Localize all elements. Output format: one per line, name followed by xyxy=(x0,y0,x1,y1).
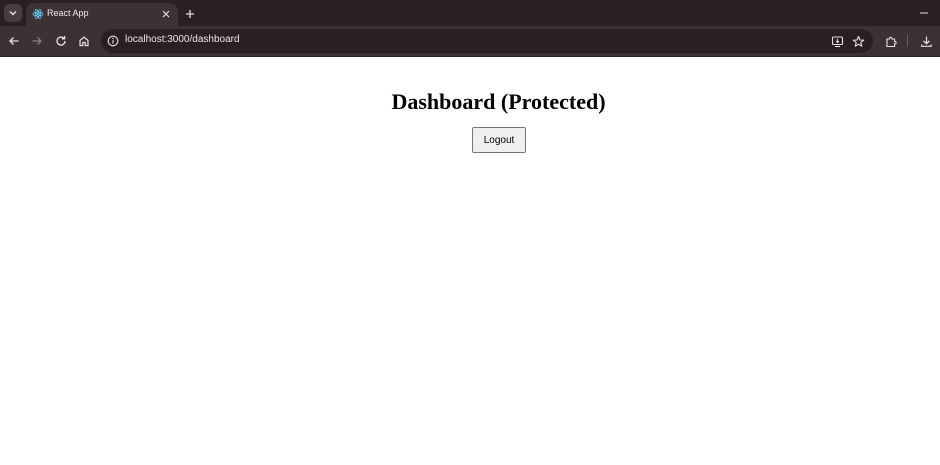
plus-icon xyxy=(186,10,194,18)
reload-button[interactable] xyxy=(52,32,70,50)
downloads-button[interactable] xyxy=(917,32,935,50)
tab-react-app[interactable]: React App xyxy=(26,3,178,26)
new-tab-button[interactable] xyxy=(182,6,198,22)
extensions-button[interactable] xyxy=(882,32,900,50)
page-content: Dashboard (Protected) Logout xyxy=(0,57,940,465)
reload-icon xyxy=(56,36,66,46)
page-title: Dashboard (Protected) xyxy=(391,89,606,114)
home-icon xyxy=(79,36,89,47)
react-logo-icon xyxy=(32,8,44,20)
tab-close-button[interactable] xyxy=(160,8,172,20)
home-button[interactable] xyxy=(75,32,93,50)
forward-button[interactable] xyxy=(28,32,46,50)
install-app-button[interactable] xyxy=(830,34,844,48)
address-bar[interactable]: localhost:3000/dashboard xyxy=(101,29,873,53)
bookmark-button[interactable] xyxy=(851,34,865,48)
tab-title: React App xyxy=(47,8,89,18)
star-icon xyxy=(852,35,864,47)
install-app-icon xyxy=(831,35,843,47)
browser-toolbar: localhost:3000/dashboard xyxy=(0,26,940,57)
arrow-left-icon xyxy=(9,37,19,45)
tab-strip: React App xyxy=(0,0,940,26)
logout-button[interactable]: Logout xyxy=(472,127,526,153)
close-icon xyxy=(162,10,170,18)
puzzle-icon xyxy=(885,36,897,47)
site-info-icon[interactable] xyxy=(107,35,119,47)
download-icon xyxy=(920,36,932,47)
arrow-right-icon xyxy=(32,37,42,45)
minimize-icon xyxy=(920,12,928,14)
minimize-window-button[interactable] xyxy=(916,6,932,20)
chevron-down-icon xyxy=(9,11,17,16)
browser-window: React App localhost:3000/dashboard Dashb… xyxy=(0,0,940,465)
url-text: localhost:3000/dashboard xyxy=(125,34,240,45)
tab-search-button[interactable] xyxy=(4,4,22,22)
back-button[interactable] xyxy=(5,32,23,50)
toolbar-separator xyxy=(907,35,908,47)
